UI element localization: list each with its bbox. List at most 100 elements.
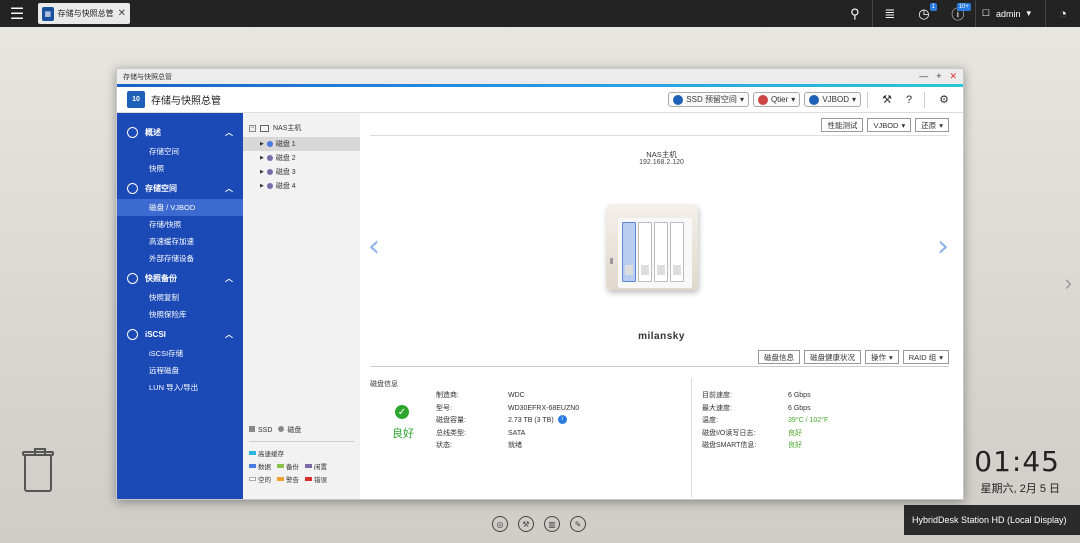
- sidebar-section-storage[interactable]: 存储空间 ︿: [117, 177, 243, 199]
- vjbod-icon: [809, 94, 820, 105]
- close-icon[interactable]: ✕: [118, 8, 126, 19]
- close-icon[interactable]: ✕: [949, 71, 957, 82]
- chevron-down-icon: ▾: [888, 352, 893, 362]
- disk-status: 良好: [392, 428, 414, 440]
- shortcut-icon-2[interactable]: ⚒: [518, 516, 534, 532]
- sidebar-item-external[interactable]: 外部存储设备: [117, 250, 243, 267]
- sidebar-item-iscsi-storage[interactable]: iSCSI存储: [117, 345, 243, 362]
- qtier-button[interactable]: Qtier ▾: [752, 92, 801, 107]
- app-tab[interactable]: ▦ 存储与快照总管 ✕: [38, 3, 130, 24]
- notification-icon[interactable]: ⓘ 10+: [941, 0, 975, 27]
- search-icon[interactable]: ⚲: [838, 0, 872, 27]
- disk-status-dot: [266, 183, 273, 189]
- disk-legend-icon: [278, 426, 285, 432]
- dashboard-gauge-icon[interactable]: ◔: [1046, 0, 1080, 27]
- chevron-up-icon: ︿: [225, 329, 233, 339]
- user-name: admin: [995, 8, 1021, 19]
- window-title: 存储与快照总管: [123, 73, 172, 81]
- minimize-icon[interactable]: —: [919, 71, 928, 82]
- disk-tree: − NAS主机 ▶ 磁盘 1 ▶ 磁盘 2 ▶ 磁盘 3 ▶ 磁盘 4 SSD 磁盘 高…: [243, 113, 360, 499]
- tree-disk-2[interactable]: ▶ 磁盘 2: [243, 151, 360, 165]
- chevron-up-icon: ︿: [225, 273, 233, 283]
- sidebar-section-snapshot-backup[interactable]: 快照备份 ︿: [117, 267, 243, 289]
- desktop-clock: 01:45 星期六, 2月 5 日: [974, 445, 1060, 496]
- user-menu[interactable]: ☐ admin ▾: [976, 8, 1045, 19]
- taskbar: ☰ ▦ 存储与快照总管 ✕ ⚲ ≣ ◷ 1 ⓘ 10+ ☐ admin ▾ ◔: [0, 0, 1080, 27]
- user-icon: ☐: [981, 8, 990, 18]
- window-titlebar[interactable]: 存储与快照总管 — + ✕: [117, 69, 963, 84]
- disk-status-dot: [266, 141, 273, 147]
- tree-disk-1[interactable]: ▶ 磁盘 1: [243, 137, 360, 151]
- database-icon: [127, 182, 138, 194]
- sidebar-item-lun-import-export[interactable]: LUN 导入/导出: [117, 379, 243, 396]
- sidebar-item-snapshot[interactable]: 快照: [117, 160, 243, 177]
- sidebar-item-disks-vjbod[interactable]: 磁盘 / VJBOD: [117, 199, 243, 216]
- tree-disk-3[interactable]: ▶ 磁盘 3: [243, 165, 360, 179]
- clock-time: 01:45: [974, 445, 1060, 478]
- chevron-up-icon: ︿: [225, 183, 233, 193]
- app-name: 存储与快照总管: [151, 96, 221, 107]
- iscsi-icon: [127, 328, 138, 340]
- next-arrow-icon[interactable]: ›: [937, 229, 949, 264]
- disk-bay-1[interactable]: [622, 222, 636, 282]
- ssd-legend-icon: [249, 426, 255, 432]
- sidebar-item-remote-disk[interactable]: 远程磁盘: [117, 362, 243, 379]
- prev-arrow-icon[interactable]: ‹: [368, 229, 380, 264]
- nas-ip: 192.168.2.120: [639, 159, 684, 166]
- vjbod-button[interactable]: VJBOD ▾: [804, 92, 861, 107]
- sidebar-item-storage[interactable]: 存储空间: [117, 143, 243, 160]
- ssd-icon: [673, 94, 684, 105]
- main-toolbar: 性能测试 VJBOD ▾ 还原 ▾: [821, 118, 949, 132]
- disk-status-dot: [266, 155, 273, 161]
- sidebar-section-overview[interactable]: 概述 ︿: [117, 121, 243, 143]
- shortcut-icon-4[interactable]: ✎: [570, 516, 586, 532]
- stack-icon[interactable]: ≣: [873, 0, 907, 27]
- raid-group-dropdown[interactable]: RAID 组 ▾: [902, 350, 949, 364]
- help-icon[interactable]: ?: [900, 91, 918, 109]
- storage-window: 存储与快照总管 — + ✕ 10 存储与快照总管 SSD 预留空间 ▾ Qtier…: [116, 68, 964, 500]
- maximize-icon[interactable]: +: [936, 71, 941, 82]
- disk-health-button[interactable]: 磁盘健康状况: [803, 350, 861, 364]
- disk-info-button[interactable]: 磁盘信息: [757, 350, 800, 364]
- sidebar-item-storage-snapshot[interactable]: 存储/快照: [117, 216, 243, 233]
- ssd-reserve-button[interactable]: SSD 预留空间 ▾: [668, 92, 749, 107]
- vjbod-dropdown[interactable]: VJBOD ▾: [867, 118, 912, 132]
- main-menu-icon[interactable]: ☰: [0, 0, 34, 27]
- disk-info-right: 目前速度: 6 Gbps 最大速度: 6 Gbps 温度: 39°C / 102°F …: [702, 392, 829, 450]
- gear-icon[interactable]: ⚙: [935, 91, 953, 109]
- sidebar-item-cache[interactable]: 高速缓存加速: [117, 233, 243, 250]
- chevron-up-icon: ︿: [225, 127, 233, 137]
- restore-dropdown[interactable]: 还原 ▾: [915, 118, 949, 132]
- disk-bay-4[interactable]: [670, 222, 684, 282]
- notification-badge: 10+: [956, 3, 971, 11]
- chevron-down-icon: ▾: [1026, 8, 1031, 18]
- disk-toolbar: 磁盘信息 磁盘健康状况 操作 ▾ RAID 组 ▾: [757, 350, 949, 364]
- tasks-icon[interactable]: ◷ 1: [907, 0, 941, 27]
- app-header: 10 存储与快照总管 SSD 预留空间 ▾ Qtier ▾ VJBOD ▾ ⚒ ? ⚙: [117, 87, 963, 113]
- chevron-down-icon: ▾: [791, 95, 796, 104]
- sidebar-section-iscsi[interactable]: iSCSI ︿: [117, 323, 243, 345]
- qtier-icon: [757, 94, 768, 105]
- collapse-icon[interactable]: −: [249, 124, 256, 132]
- sidebar-item-snapshot-replica[interactable]: 快照复制: [117, 289, 243, 306]
- shortcut-icon-1[interactable]: ◎: [492, 516, 508, 532]
- tree-root[interactable]: − NAS主机: [243, 119, 360, 137]
- disk-info-title: 磁盘信息: [370, 381, 398, 388]
- sidebar-item-snapshot-vault[interactable]: 快照保险库: [117, 306, 243, 323]
- benchmark-button[interactable]: 性能测试: [821, 118, 864, 132]
- clock-date: 星期六, 2月 5 日: [980, 483, 1060, 495]
- trash-icon[interactable]: [20, 448, 56, 495]
- desktop-next-arrow-icon[interactable]: ›: [1065, 270, 1072, 296]
- info-icon[interactable]: i: [557, 415, 567, 425]
- nas-device-image: [606, 198, 698, 292]
- tools-icon[interactable]: ⚒: [878, 91, 896, 109]
- disk-bay-3[interactable]: [654, 222, 668, 282]
- desktop-shortcuts: ◎ ⚒ ▥ ✎: [492, 516, 586, 532]
- dashboard-icon: [127, 126, 138, 138]
- tasks-badge: 1: [929, 3, 937, 11]
- tree-disk-4[interactable]: ▶ 磁盘 4: [243, 179, 360, 193]
- shortcut-icon-3[interactable]: ▥: [544, 516, 560, 532]
- disk-bay-2[interactable]: [638, 222, 652, 282]
- action-dropdown[interactable]: 操作 ▾: [864, 350, 899, 364]
- check-icon: ✓: [395, 405, 409, 419]
